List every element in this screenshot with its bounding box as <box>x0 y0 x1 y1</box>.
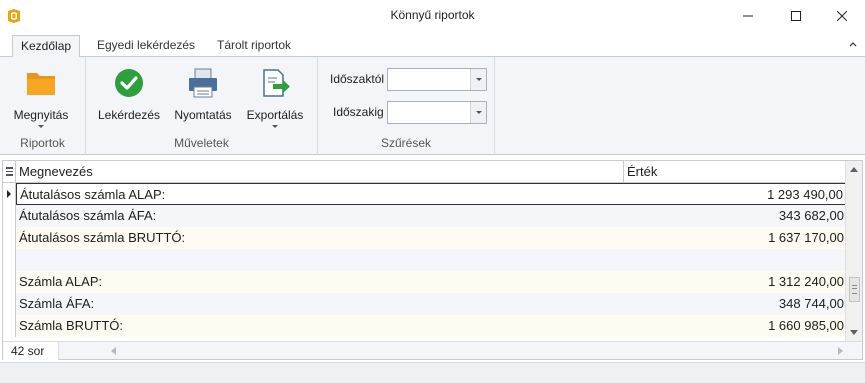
export-icon <box>263 69 290 97</box>
column-chooser-icon[interactable] <box>3 161 16 182</box>
table-row[interactable]: Átutalásos számla BRUTTÓ: 1 637 170,00 <box>3 227 846 249</box>
cell-value[interactable]: 1 293 490,00 <box>624 183 846 205</box>
group-caption-muveletek: Műveletek <box>174 136 229 150</box>
minimize-button[interactable] <box>725 0 771 32</box>
table-row[interactable]: Átutalásos számla ÁFA: 343 682,00 <box>3 205 846 227</box>
close-icon <box>837 11 847 21</box>
grid-footer: 42 sor <box>3 341 862 360</box>
table-row[interactable]: Számla BRUTTÓ: 1 660 985,00 <box>3 315 846 337</box>
export-button-label: Exportálás <box>246 108 304 122</box>
chevron-down-icon <box>38 125 44 128</box>
cell-value[interactable]: 343 682,00 <box>624 205 846 227</box>
column-header-name[interactable]: Megnevezés <box>16 161 624 182</box>
data-grid: Megnevezés Érték Átutalásos számla ALAP:… <box>2 160 863 360</box>
cell-value[interactable]: 348 744,00 <box>624 293 846 315</box>
ribbon-tabs: Kezdőlap Egyedi lekérdezés Tárolt riport… <box>0 32 865 58</box>
cell-name[interactable]: Számla ÁFA: <box>16 293 624 315</box>
ribbon-group-riportok: Megnyitás Riportok <box>0 57 86 155</box>
group-caption-szuresek: Szűrések <box>380 136 432 150</box>
tab-tarolt-riportok[interactable]: Tárolt riportok <box>209 35 299 57</box>
filter-to-combo[interactable] <box>387 101 487 124</box>
vertical-scrollbar[interactable] <box>845 161 862 341</box>
tab-kezdolap[interactable]: Kezdőlap <box>12 35 81 58</box>
table-row[interactable]: Számla ÁFA: 348 744,00 <box>3 293 846 315</box>
cell-value[interactable]: 1 312 240,00 <box>624 271 846 293</box>
cell-value[interactable]: 1 637 170,00 <box>624 227 846 249</box>
close-button[interactable] <box>819 0 865 32</box>
open-button-label: Megnyitás <box>13 108 69 122</box>
folder-icon <box>27 73 55 95</box>
table-row[interactable] <box>3 249 846 271</box>
chevron-down-icon <box>272 125 278 128</box>
title-bar: Könnyű riportok <box>0 0 865 32</box>
cell-value[interactable] <box>624 249 846 271</box>
query-button-label: Lekérdezés <box>97 108 161 122</box>
grid-rows: Átutalásos számla ALAP: 1 293 490,00 Átu… <box>3 183 846 337</box>
column-header-value[interactable]: Érték <box>624 161 846 182</box>
checkmark-icon <box>115 69 143 97</box>
cell-name[interactable]: Átutalásos számla ALAP: <box>16 183 624 205</box>
row-indicator <box>3 249 16 271</box>
table-row[interactable]: Számla ALAP: 1 312 240,00 <box>3 271 846 293</box>
filter-from-label: Időszaktól <box>330 72 385 86</box>
scroll-right-icon[interactable] <box>838 347 843 355</box>
scroll-thumb[interactable] <box>849 277 860 302</box>
row-indicator <box>3 315 16 337</box>
chevron-down-icon[interactable] <box>470 69 486 90</box>
minimize-icon <box>743 15 753 17</box>
cell-name[interactable]: Számla ALAP: <box>16 271 624 293</box>
cell-value[interactable]: 1 660 985,00 <box>624 315 846 337</box>
maximize-icon <box>791 11 801 21</box>
table-row[interactable]: Átutalásos számla ALAP: 1 293 490,00 <box>3 183 846 205</box>
print-button[interactable]: Nyomtatás <box>168 63 238 131</box>
filter-to-label: Időszakig <box>333 105 384 119</box>
horizontal-scrollbar[interactable] <box>103 342 843 360</box>
maximize-button[interactable] <box>773 0 819 32</box>
row-indicator <box>3 293 16 315</box>
printer-icon <box>189 68 217 98</box>
cell-name[interactable]: Átutalásos számla ÁFA: <box>16 205 624 227</box>
row-indicator <box>3 271 16 293</box>
ribbon-collapse-icon[interactable] <box>847 38 859 50</box>
row-indicator-icon <box>3 183 16 205</box>
row-indicator <box>3 227 16 249</box>
export-button[interactable]: Exportálás <box>240 63 310 131</box>
row-indicator <box>3 205 16 227</box>
ribbon: Megnyitás Riportok Lekérdezés Nyomtatás <box>0 57 865 155</box>
row-count: 42 sor <box>3 342 59 360</box>
scroll-up-icon[interactable] <box>846 161 863 178</box>
filter-from-combo[interactable] <box>387 68 487 91</box>
scroll-left-icon[interactable] <box>111 347 116 355</box>
cell-name[interactable]: Számla BRUTTÓ: <box>16 315 624 337</box>
ribbon-group-muveletek: Lekérdezés Nyomtatás Exportálás Művelete… <box>86 57 318 155</box>
cell-name[interactable] <box>16 249 624 271</box>
cell-name[interactable]: Átutalásos számla BRUTTÓ: <box>16 227 624 249</box>
query-button[interactable]: Lekérdezés <box>94 63 164 131</box>
tab-egyedi-lekerdezes[interactable]: Egyedi lekérdezés <box>89 35 203 57</box>
grid-header: Megnevezés Érték <box>3 161 846 183</box>
chevron-down-icon[interactable] <box>470 102 486 123</box>
open-button[interactable]: Megnyitás <box>6 63 76 131</box>
status-bar <box>0 362 865 383</box>
print-button-label: Nyomtatás <box>174 108 232 122</box>
scroll-down-icon[interactable] <box>846 324 863 341</box>
group-caption-riportok: Riportok <box>20 136 65 150</box>
